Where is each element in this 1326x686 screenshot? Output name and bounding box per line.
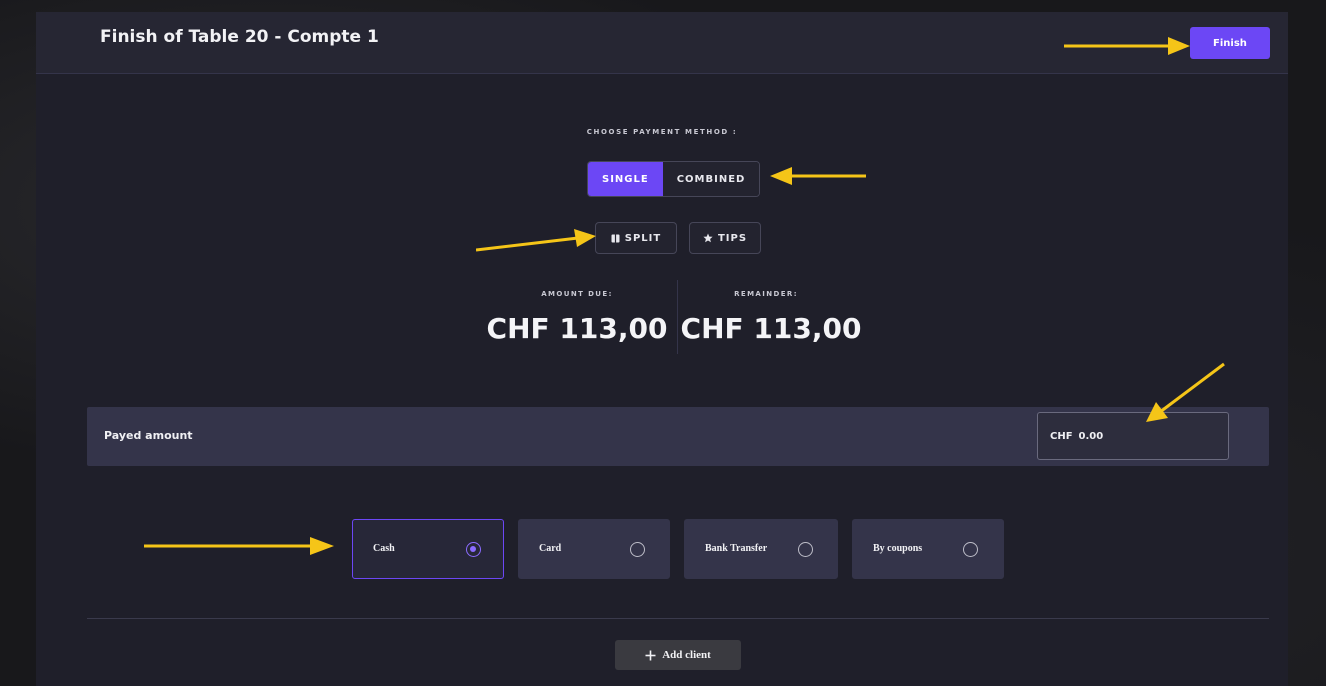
section-divider [87,618,1269,619]
amount-due-value: CHF 113,00 [486,312,668,345]
payed-value: 0.00 [1078,430,1104,442]
split-icon [611,234,620,242]
method-cash-label: Cash [373,543,395,554]
plus-icon [645,650,656,660]
finish-button[interactable]: Finish [1190,27,1270,59]
remainder-label: REMAINDER: [734,290,798,298]
method-bank-transfer-radio[interactable] [798,542,813,557]
add-client-button[interactable]: Add client [615,640,741,670]
tips-label: TIPS [717,232,748,244]
star-icon [703,233,713,243]
remainder-value: CHF 113,00 [680,312,862,345]
annotation-arrow-icon [476,229,596,252]
annotation-arrow-icon [1064,37,1190,55]
split-label: SPLIT [624,232,662,244]
annotation-arrow-icon [144,537,334,555]
payment-mode-toggle: SINGLE COMBINED [587,161,761,197]
method-cash[interactable]: Cash [352,519,504,579]
annotation-arrow-icon [1146,362,1225,422]
split-button[interactable]: SPLIT [595,222,677,254]
method-coupons-radio[interactable] [963,542,978,557]
dialog-title: Finish of Table 20 - Compte 1 [100,27,379,47]
payment-method-label: CHOOSE PAYMENT METHOD : [586,128,738,136]
method-coupons-label: By coupons [873,543,923,554]
method-card-label: Card [539,543,562,554]
method-coupons[interactable]: By coupons [852,519,1004,579]
method-card-radio[interactable] [630,542,645,557]
mode-single-button[interactable]: SINGLE [588,162,663,196]
finish-dialog: Finish of Table 20 - Compte 1 Finish CHO… [36,12,1288,686]
payed-amount-label: Payed amount [104,429,193,442]
amount-due-label: AMOUNT DUE: [541,290,613,298]
method-cash-radio[interactable] [466,542,481,557]
payed-amount-row: Payed amount CHF 0.00 [87,407,1269,466]
method-bank-transfer[interactable]: Bank Transfer [684,519,838,579]
method-card[interactable]: Card [518,519,670,579]
method-bank-transfer-label: Bank Transfer [705,543,768,554]
annotation-arrow-icon [770,167,866,185]
mode-combined-button[interactable]: COMBINED [662,162,760,196]
add-client-label: Add client [662,649,711,661]
payed-currency: CHF [1050,430,1073,442]
tips-button[interactable]: TIPS [689,222,761,254]
